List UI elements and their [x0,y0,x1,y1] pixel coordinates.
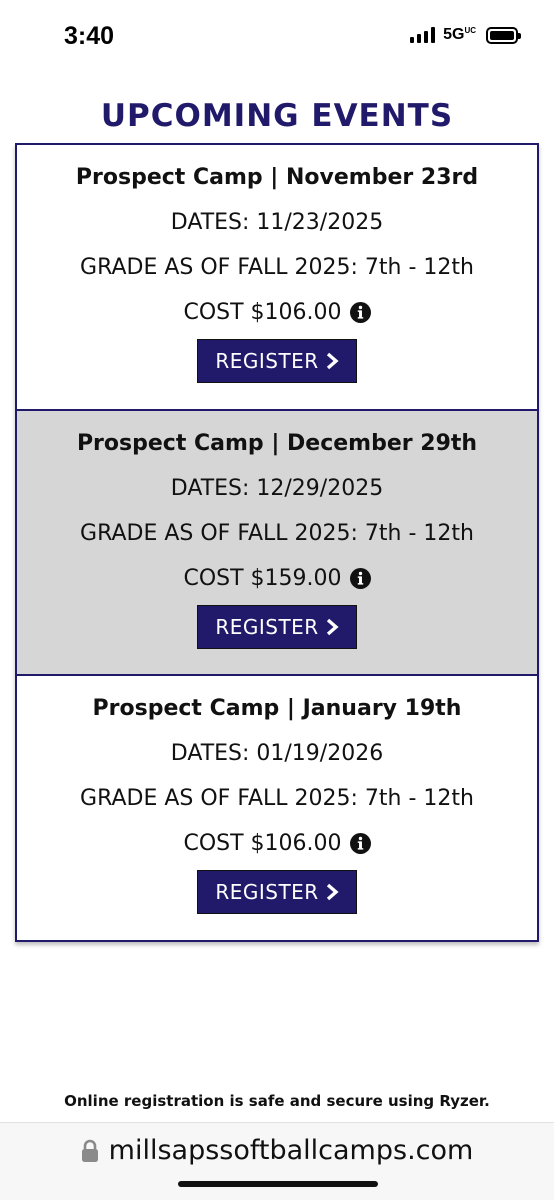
event-dates: DATES: 12/29/2025 [170,475,384,501]
battery-icon [486,26,521,44]
event-grade: GRADE AS OF FALL 2025: 7th - 12th [80,520,474,546]
event-cost: COST $106.00 [183,831,342,857]
event-dates: DATES: 01/19/2026 [170,741,384,767]
event-card: Prospect Camp | November 23rd DATES: 11/… [17,145,537,411]
url-text[interactable]: millsapssoftballcamps.com [109,1135,474,1166]
status-bar: 3:40 5GUC [0,0,554,76]
register-label: REGISTER [215,349,319,373]
register-button[interactable]: REGISTER [197,870,357,915]
event-cost: COST $106.00 [183,300,342,325]
event-cost-row: COST $159.00 [183,565,371,591]
network-label: 5G [443,26,465,43]
event-card: Prospect Camp | January 19th DATES: 01/1… [17,676,537,941]
chevron-right-icon [326,352,339,370]
browser-address-bar[interactable]: millsapssoftballcamps.com [0,1122,554,1200]
secure-registration-note: Online registration is safe and secure u… [64,1092,490,1110]
info-icon[interactable] [349,567,371,589]
event-card: Prospect Camp | December 29th DATES: 12/… [17,410,537,677]
event-grade: GRADE AS OF FALL 2025: 7th - 12th [80,786,474,812]
chevron-right-icon [326,618,339,635]
network-type: 5GUC [443,26,476,44]
event-title: Prospect Camp | January 19th [92,696,462,722]
home-indicator[interactable] [178,1181,378,1187]
url-row[interactable]: millsapssoftballcamps.com [0,1135,554,1166]
chevron-right-icon [326,883,339,901]
network-suffix: UC [464,26,476,35]
lock-icon [81,1139,98,1162]
cellular-signal-icon [410,27,436,43]
event-dates: DATES: 11/23/2025 [170,210,384,235]
event-cost-row: COST $106.00 [183,831,371,857]
event-cost: COST $159.00 [183,565,342,591]
event-cost-row: COST $106.00 [183,300,371,325]
register-button[interactable]: REGISTER [197,604,357,649]
info-icon[interactable] [349,302,371,323]
status-icons: 5GUC [410,26,521,44]
event-title: Prospect Camp | November 23rd [75,165,479,190]
register-label: REGISTER [215,614,319,639]
events-list: Prospect Camp | November 23rd DATES: 11/… [15,143,539,942]
event-title: Prospect Camp | December 29th [76,430,478,456]
info-icon[interactable] [349,833,371,855]
register-button[interactable]: REGISTER [197,339,357,383]
status-time: 3:40 [64,22,115,50]
event-grade: GRADE AS OF FALL 2025: 7th - 12th [80,255,474,280]
page-title: UPCOMING EVENTS [100,98,454,134]
register-label: REGISTER [215,880,319,905]
